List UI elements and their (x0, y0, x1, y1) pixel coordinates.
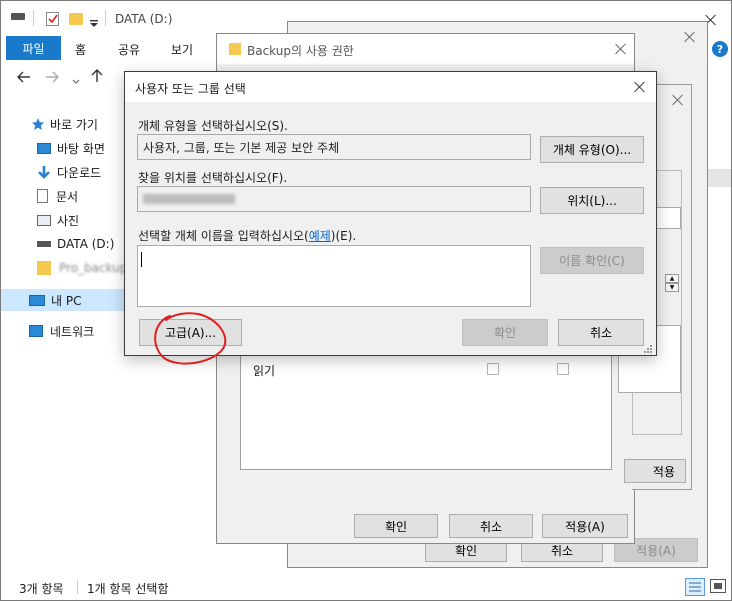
network-icon (29, 325, 43, 337)
nav-item-documents[interactable]: 문서 (37, 185, 78, 207)
ribbon-tab-share[interactable]: 공유 (118, 41, 140, 58)
nav-item-quick-access[interactable]: 바로 가기 (31, 113, 98, 135)
recent-locations-chevron-icon[interactable] (72, 74, 80, 88)
permissions-apply-button[interactable]: 적용(A) (542, 514, 628, 538)
security-sheet-close-icon[interactable] (672, 94, 684, 106)
ribbon-tab-home[interactable]: 홈 (75, 41, 86, 58)
status-item-count: 3개 항목 (19, 582, 64, 596)
nav-item-pictures[interactable]: 사진 (37, 209, 79, 231)
location-field (137, 186, 531, 212)
explorer-title: DATA (D:) (115, 12, 173, 26)
properties-close-icon[interactable] (684, 31, 696, 43)
select-dialog-cancel-button[interactable]: 취소 (558, 319, 644, 346)
object-names-input[interactable] (137, 245, 531, 307)
details-view-icon[interactable] (685, 578, 705, 596)
title-separator (105, 10, 106, 26)
customize-qat-icon[interactable] (90, 16, 98, 27)
permission-read-label: 읽기 (253, 364, 276, 378)
object-type-label: 개체 유형을 선택하십시오(S). (138, 119, 288, 133)
nav-item-network[interactable]: 네트워크 (29, 320, 94, 342)
location-label: 찾을 위치를 선택하십시오(F). (138, 171, 288, 185)
help-icon[interactable]: ? (712, 41, 728, 57)
right-scroll-hint (706, 169, 731, 187)
permissions-close-icon[interactable] (615, 43, 627, 55)
deny-read-checkbox[interactable] (557, 363, 569, 375)
drive-icon (11, 13, 25, 20)
download-arrow-icon (38, 166, 50, 179)
select-dialog-close-icon[interactable] (634, 81, 646, 93)
nav-item-desktop[interactable]: 바탕 화면 (37, 137, 105, 159)
document-icon (37, 189, 48, 203)
permissions-cancel-button[interactable]: 취소 (449, 514, 533, 538)
monitor-icon (29, 294, 45, 306)
security-sheet-apply-button[interactable]: 적용 (624, 459, 686, 483)
large-icons-view-icon[interactable] (710, 579, 726, 593)
permissions-title-bar: Backup의 사용 권한 (217, 34, 634, 64)
resize-grip-icon[interactable] (643, 343, 653, 357)
permissions-ok-button[interactable]: 확인 (354, 514, 438, 538)
back-arrow-icon[interactable] (17, 71, 31, 86)
location-redacted (143, 194, 235, 204)
spinner-down-icon[interactable]: ▼ (665, 283, 679, 292)
separator (33, 10, 34, 26)
annotation-circle (154, 312, 227, 365)
forward-arrow-icon[interactable] (45, 71, 59, 86)
select-dialog-title-bar: 사용자 또는 그룹 선택 (125, 72, 656, 102)
up-arrow-icon[interactable] (91, 69, 103, 86)
text-caret (141, 252, 142, 267)
ribbon-tab-file[interactable]: 파일 (6, 36, 61, 60)
pictures-icon (37, 214, 51, 226)
object-types-button[interactable]: 개체 유형(O)... (540, 136, 644, 163)
check-names-button[interactable]: 이름 확인(C) (540, 247, 644, 274)
permissions-list: 읽기 (240, 351, 612, 470)
status-selected-count: 1개 항목 선택함 (87, 582, 169, 596)
allow-read-checkbox[interactable] (487, 363, 499, 375)
select-dialog-ok-button[interactable]: 확인 (462, 319, 548, 346)
folder-icon (229, 43, 241, 55)
status-bar: 3개 항목 1개 항목 선택함 (1, 574, 731, 600)
nav-item-data-drive[interactable]: DATA (D:) (37, 233, 114, 255)
properties-icon[interactable] (46, 12, 59, 26)
permissions-title: Backup의 사용 권한 (247, 44, 354, 58)
select-dialog-title: 사용자 또는 그룹 선택 (135, 82, 246, 96)
spinner-up-icon[interactable]: ▲ (665, 274, 679, 283)
new-folder-icon[interactable] (69, 13, 83, 25)
nav-item-downloads[interactable]: 다운로드 (37, 161, 101, 183)
examples-link[interactable]: 예제 (309, 229, 331, 243)
drive-icon (37, 241, 51, 247)
object-type-field: 사용자, 그룹, 또는 기본 제공 보안 주체 (137, 134, 531, 160)
ribbon-tab-view[interactable]: 보기 (171, 41, 193, 58)
locations-button[interactable]: 위치(L)... (540, 187, 644, 214)
object-names-label: 선택할 개체 이름을 입력하십시오(예제)(E). (138, 229, 357, 243)
nav-item-backup-folder[interactable]: Pro_backup (37, 257, 127, 279)
star-icon (32, 118, 44, 130)
folder-icon (37, 261, 51, 275)
status-separator (77, 580, 78, 594)
desktop-icon (37, 142, 51, 154)
